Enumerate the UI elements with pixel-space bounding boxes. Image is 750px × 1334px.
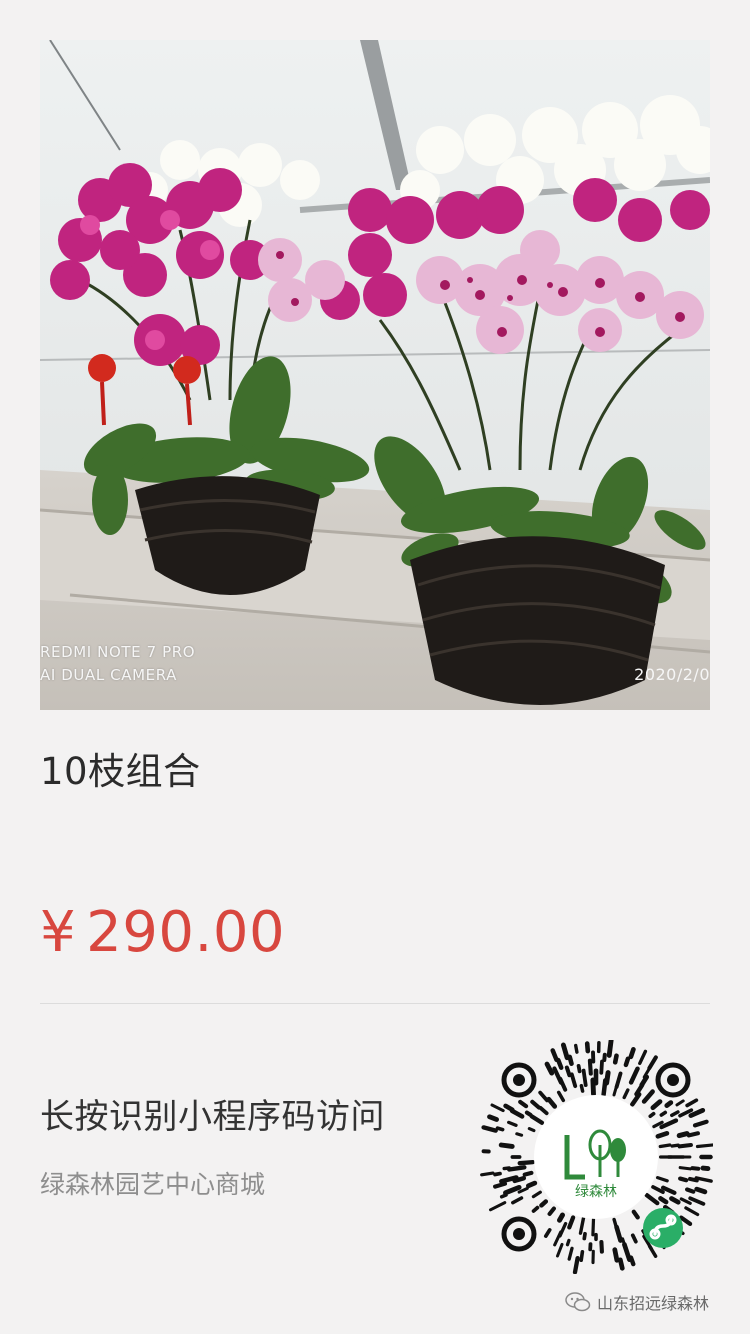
product-price: ¥290.00 <box>40 900 285 965</box>
divider <box>40 1003 710 1004</box>
code-dash <box>531 1205 540 1213</box>
miniprogram-code[interactable]: 绿森林 <box>479 1037 715 1275</box>
code-dash <box>576 1063 582 1074</box>
code-dash <box>606 1037 614 1058</box>
code-dash <box>502 1166 511 1171</box>
code-dash <box>527 1127 536 1133</box>
code-dash <box>555 1057 564 1070</box>
code-dash <box>517 1159 535 1166</box>
miniprogram-cta: 长按识别小程序码访问 <box>40 1097 385 1137</box>
code-dash <box>695 1143 715 1149</box>
shop-name: 绿森林园艺中心商城 <box>40 1170 266 1199</box>
code-dash <box>526 1180 538 1189</box>
code-dash <box>658 1143 672 1149</box>
code-dash <box>493 1171 502 1177</box>
code-dash <box>700 1165 711 1172</box>
orchid-illustration <box>40 40 710 710</box>
code-dash <box>612 1247 620 1263</box>
code-dash <box>628 1255 636 1267</box>
code-dash <box>694 1186 708 1195</box>
photo-date-stamp: 2020/2/0 <box>634 665 710 684</box>
code-dash <box>690 1166 701 1171</box>
code-dash <box>630 1233 638 1244</box>
code-dash <box>581 1068 588 1087</box>
code-dash <box>587 1058 593 1076</box>
product-photo[interactable]: REDMI NOTE 7 PRO AI DUAL CAMERA 2020/2/0 <box>40 40 710 710</box>
miniprogram-code-graphic: 绿森林 <box>479 1037 715 1275</box>
code-dash <box>617 1257 625 1271</box>
code-dash <box>582 1231 587 1241</box>
code-dash <box>659 1110 668 1117</box>
code-dash <box>579 1083 585 1093</box>
account-name: 山东招远绿森林 <box>597 1294 710 1313</box>
code-dash <box>499 1193 508 1199</box>
code-dash <box>669 1196 681 1205</box>
code-dash <box>591 1217 596 1237</box>
shop-logo-text: 绿森林 <box>575 1184 617 1200</box>
code-dash <box>670 1143 680 1148</box>
camera-watermark-label: AI DUAL CAMERA <box>40 666 177 684</box>
code-dash <box>515 1132 524 1137</box>
code-dash <box>493 1181 508 1189</box>
code-dash <box>539 1199 549 1208</box>
camera-watermark-model: REDMI NOTE 7 PRO <box>40 643 196 661</box>
code-dash <box>604 1070 611 1086</box>
code-dash <box>623 1056 631 1068</box>
code-dash <box>495 1126 505 1132</box>
code-dash <box>612 1053 619 1065</box>
code-dash <box>565 1238 571 1247</box>
price-value: 290.00 <box>86 900 286 965</box>
currency-symbol: ¥ <box>40 900 77 965</box>
code-dash <box>678 1176 689 1183</box>
code-dash <box>557 1212 565 1223</box>
code-dash <box>678 1166 692 1171</box>
code-dash <box>677 1142 693 1149</box>
code-dash <box>676 1131 690 1139</box>
miniprogram-badge-icon <box>643 1208 683 1248</box>
code-dash <box>602 1052 607 1062</box>
account-watermark: 山东招远绿森林 <box>565 1290 709 1314</box>
code-dash <box>664 1100 674 1108</box>
code-dash <box>599 1059 604 1075</box>
code-dash <box>487 1114 500 1122</box>
code-dash <box>579 1250 585 1262</box>
code-dash <box>599 1240 604 1254</box>
code-dash <box>524 1110 533 1118</box>
code-dash <box>564 1065 572 1078</box>
wechat-icon <box>565 1292 591 1312</box>
code-dash <box>507 1165 527 1172</box>
code-dash <box>584 1041 591 1054</box>
code-dash <box>522 1170 534 1177</box>
code-dash <box>567 1054 574 1067</box>
code-dash <box>480 1171 495 1177</box>
code-dash <box>628 1047 636 1060</box>
code-dash <box>572 1255 580 1275</box>
code-dash <box>498 1142 515 1149</box>
code-dash <box>685 1187 696 1194</box>
code-dash <box>658 1196 669 1205</box>
code-dash <box>481 1125 498 1133</box>
code-dash <box>573 1043 579 1054</box>
code-dash <box>648 1111 656 1119</box>
code-dash <box>655 1130 670 1139</box>
code-dash <box>590 1077 596 1097</box>
product-title: 10枝组合 <box>40 750 201 793</box>
code-dash <box>686 1131 700 1138</box>
